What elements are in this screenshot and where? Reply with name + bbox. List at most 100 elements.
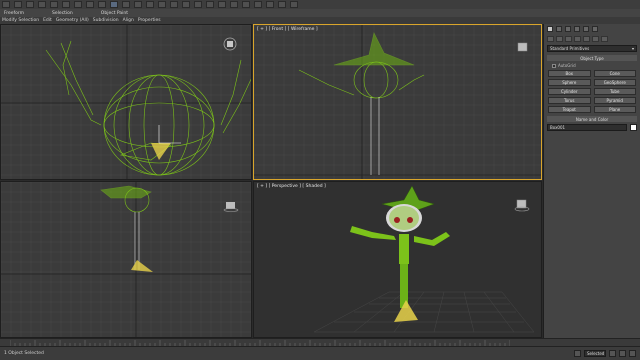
name-color-row: Box001 [547,124,637,131]
scale-icon[interactable] [134,1,142,8]
viewport-front[interactable]: [ + ] [ Front ] [ Wireframe ] [253,24,542,180]
main-toolbar [0,0,640,9]
ribbon-geometry[interactable]: Geometry (All) [56,18,89,23]
helpers-icon[interactable] [583,35,590,42]
select-icon[interactable] [62,1,70,8]
link-icon[interactable] [26,1,34,8]
scarecrow-front-wireframe [298,32,425,175]
ribbon-subdivision[interactable]: Subdivision [93,18,119,23]
layers-icon[interactable] [242,1,250,8]
unlink-icon[interactable] [38,1,46,8]
spinner-snap-icon[interactable] [206,1,214,8]
tab-object-paint[interactable]: Object Paint [101,11,128,16]
ribbon-align[interactable]: Align [123,18,134,23]
zoom-extents-button[interactable] [629,350,636,357]
cylinder-button[interactable]: Cylinder [548,88,591,95]
key-mode-button[interactable] [574,350,581,357]
viewcube-icon[interactable] [223,37,237,51]
command-panel: Standard Primitives ▾ Object Type AutoGr… [543,24,640,338]
hierarchy-tab[interactable] [565,26,571,32]
next-frame-button[interactable] [619,350,626,357]
checkbox-icon[interactable] [552,63,556,68]
object-color-swatch[interactable] [630,124,637,131]
lights-icon[interactable] [565,35,572,42]
object-name-field[interactable]: Box001 [547,124,627,131]
grid-path [1,25,251,179]
torus-button[interactable]: Torus [548,97,591,104]
tab-selection[interactable]: Selection [52,11,73,16]
modify-tab[interactable] [556,26,562,32]
ribbon-tabs: Freeform Selection Object Paint [0,9,640,17]
perspective-grid [313,291,535,333]
selection-status: 1 Object Selected [4,351,44,356]
tab-freeform[interactable]: Freeform [4,11,24,16]
play-button[interactable] [609,350,616,357]
grid-lines [254,25,541,179]
create-tab[interactable] [547,26,553,32]
systems-icon[interactable] [601,35,608,42]
status-bar: 1 Object Selected Selected [0,346,640,360]
sphere-button[interactable]: Sphere [548,79,591,86]
chevron-down-icon: ▾ [631,46,634,51]
percent-snap-icon[interactable] [194,1,202,8]
viewport-label[interactable]: [ + ] [ Front ] [ Wireframe ] [257,27,318,32]
name-color-rollout-header[interactable]: Name and Color [547,116,637,122]
rect-region-icon[interactable] [86,1,94,8]
ref-coord-icon[interactable] [146,1,154,8]
shapes-icon[interactable] [556,35,563,42]
cone-button[interactable]: Cone [593,70,636,77]
command-panel-tabs [544,24,640,34]
grid-path [254,25,541,179]
autogrid-checkbox[interactable]: AutoGrid [552,63,637,68]
primitive-type-dropdown[interactable]: Standard Primitives ▾ [547,45,637,52]
move-icon[interactable] [110,1,118,8]
status-controls: Selected [574,350,636,357]
geometry-icon[interactable] [547,35,554,42]
material-icon[interactable] [266,1,274,8]
timeline[interactable] [0,338,640,347]
rotate-icon[interactable] [122,1,130,8]
ribbon-modify-selection[interactable]: Modify Selection [2,18,39,23]
pyramid-button[interactable]: Pyramid [593,97,636,104]
select-by-name-icon[interactable] [74,1,82,8]
snap-icon[interactable] [170,1,178,8]
plane-button[interactable]: Plane [593,106,636,113]
selection-set-field[interactable]: Selected [584,350,606,357]
angle-snap-icon[interactable] [182,1,190,8]
scarecrow-side-wireframe [100,185,152,270]
viewcube-icon[interactable] [516,41,528,52]
ribbon-properties[interactable]: Properties [138,18,161,23]
viewcube-icon[interactable] [223,200,239,212]
undo-icon[interactable] [2,1,10,8]
graph-icon[interactable] [254,1,262,8]
pivot-icon[interactable] [158,1,166,8]
align-icon[interactable] [230,1,238,8]
viewport-label[interactable]: [ + ] [ Perspective ] [ Shaded ] [257,184,326,189]
viewport-top[interactable] [0,24,252,180]
scarecrow-shaded [350,185,450,322]
spacewarps-icon[interactable] [592,35,599,42]
render-icon[interactable] [290,1,298,8]
ribbon-edit[interactable]: Edit [43,18,52,23]
geosphere-button[interactable]: GeoSphere [593,79,636,86]
display-tab[interactable] [583,26,589,32]
utilities-tab[interactable] [592,26,598,32]
left-view-scene [1,182,251,337]
viewcube-icon[interactable] [514,198,530,212]
window-crossing-icon[interactable] [98,1,106,8]
mirror-icon[interactable] [218,1,226,8]
teapot-button[interactable]: Teapot [548,106,591,113]
viewport-left[interactable] [0,181,252,338]
bind-icon[interactable] [50,1,58,8]
motion-tab[interactable] [574,26,580,32]
render-setup-icon[interactable] [278,1,286,8]
redo-icon[interactable] [14,1,22,8]
object-type-rollout-header[interactable]: Object Type [547,55,637,61]
viewport-perspective[interactable]: [ + ] [ Perspective ] [ Shaded ] [253,181,542,338]
box-button[interactable]: Box [548,70,591,77]
tube-button[interactable]: Tube [593,88,636,95]
dropdown-value: Standard Primitives [550,46,590,51]
cameras-icon[interactable] [574,35,581,42]
rollout-title: Object Type [580,55,604,61]
rollout-title: Name and Color [575,116,609,122]
